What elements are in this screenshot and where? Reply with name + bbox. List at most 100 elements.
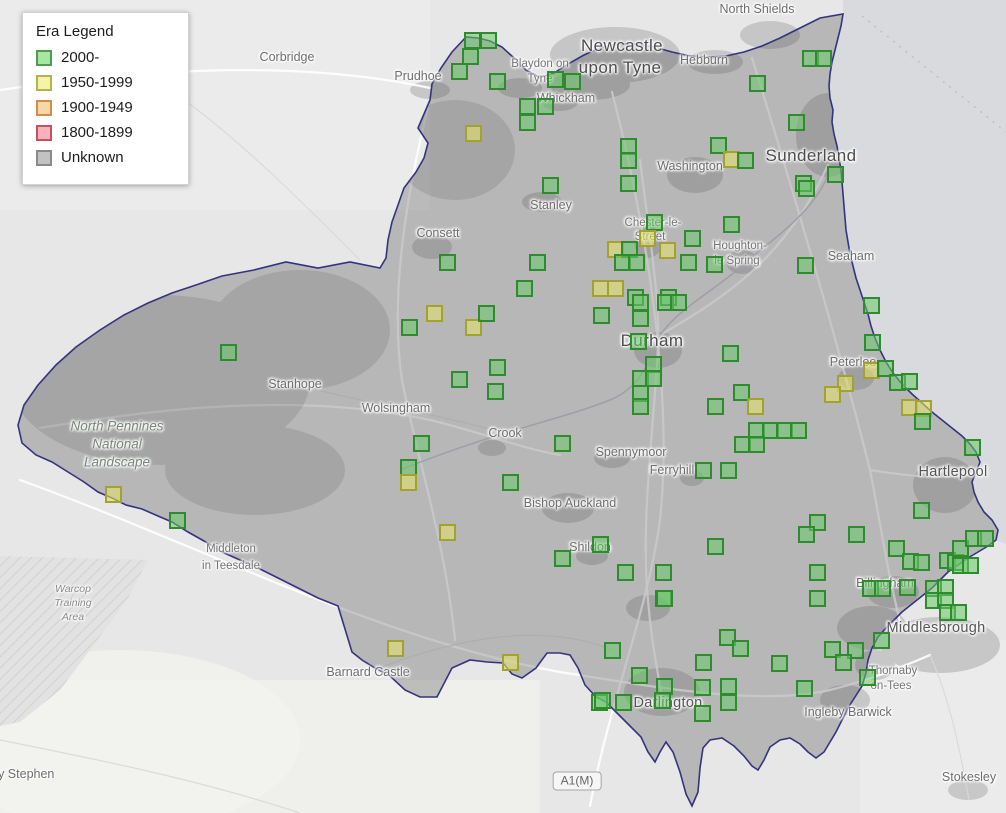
- building-marker[interactable]: [654, 563, 672, 581]
- building-marker[interactable]: [706, 397, 724, 415]
- building-marker[interactable]: [808, 589, 826, 607]
- building-marker[interactable]: [787, 113, 805, 131]
- building-marker[interactable]: [719, 693, 737, 711]
- building-marker[interactable]: [722, 215, 740, 233]
- building-marker[interactable]: [488, 358, 506, 376]
- map-canvas[interactable]: Newcastle upon Tyne Sunderland Durham Middle…: [0, 0, 1006, 813]
- building-marker[interactable]: [168, 511, 186, 529]
- building-marker[interactable]: [541, 176, 559, 194]
- building-marker[interactable]: [386, 639, 404, 657]
- building-marker[interactable]: [770, 654, 788, 672]
- building-marker[interactable]: [477, 304, 495, 322]
- building-marker[interactable]: [593, 691, 611, 709]
- building-marker[interactable]: [796, 256, 814, 274]
- building-marker[interactable]: [900, 372, 918, 390]
- building-marker[interactable]: [553, 434, 571, 452]
- building-marker[interactable]: [614, 693, 632, 711]
- building-marker[interactable]: [847, 525, 865, 543]
- building-marker[interactable]: [501, 653, 519, 671]
- building-marker[interactable]: [563, 72, 581, 90]
- building-marker[interactable]: [898, 578, 916, 596]
- building-marker[interactable]: [592, 306, 610, 324]
- building-marker[interactable]: [949, 603, 967, 621]
- building-marker[interactable]: [518, 113, 536, 131]
- building-marker[interactable]: [693, 704, 711, 722]
- building-marker[interactable]: [400, 318, 418, 336]
- building-marker[interactable]: [873, 579, 891, 597]
- building-marker[interactable]: [486, 382, 504, 400]
- building-marker[interactable]: [501, 473, 519, 491]
- building-marker[interactable]: [655, 589, 673, 607]
- building-marker[interactable]: [913, 412, 931, 430]
- building-marker[interactable]: [748, 74, 766, 92]
- building-marker[interactable]: [219, 343, 237, 361]
- building-marker[interactable]: [616, 563, 634, 581]
- building-marker[interactable]: [834, 653, 852, 671]
- building-marker[interactable]: [863, 333, 881, 351]
- building-marker[interactable]: [438, 253, 456, 271]
- building-marker[interactable]: [619, 174, 637, 192]
- building-marker[interactable]: [826, 165, 844, 183]
- building-marker[interactable]: [797, 179, 815, 197]
- building-marker[interactable]: [872, 631, 890, 649]
- building-marker[interactable]: [679, 253, 697, 271]
- building-marker[interactable]: [976, 529, 994, 547]
- building-marker[interactable]: [814, 49, 832, 67]
- building-marker[interactable]: [546, 70, 564, 88]
- building-marker[interactable]: [795, 679, 813, 697]
- building-marker[interactable]: [591, 535, 609, 553]
- building-marker[interactable]: [553, 549, 571, 567]
- building-marker[interactable]: [789, 421, 807, 439]
- building-marker[interactable]: [963, 438, 981, 456]
- building-marker[interactable]: [450, 62, 468, 80]
- building-marker[interactable]: [619, 151, 637, 169]
- building-marker[interactable]: [438, 523, 456, 541]
- building-marker[interactable]: [706, 537, 724, 555]
- building-marker[interactable]: [412, 434, 430, 452]
- building-marker[interactable]: [912, 553, 930, 571]
- building-marker[interactable]: [694, 461, 712, 479]
- building-marker[interactable]: [488, 72, 506, 90]
- building-marker[interactable]: [693, 678, 711, 696]
- building-marker[interactable]: [658, 241, 676, 259]
- building-marker[interactable]: [823, 385, 841, 403]
- building-marker[interactable]: [961, 556, 979, 574]
- building-marker[interactable]: [912, 501, 930, 519]
- building-marker[interactable]: [425, 304, 443, 322]
- building-marker[interactable]: [450, 370, 468, 388]
- building-marker[interactable]: [515, 279, 533, 297]
- building-marker[interactable]: [862, 296, 880, 314]
- building-marker[interactable]: [606, 279, 624, 297]
- building-marker[interactable]: [536, 97, 554, 115]
- building-marker[interactable]: [631, 397, 649, 415]
- building-marker[interactable]: [528, 253, 546, 271]
- building-marker[interactable]: [518, 97, 536, 115]
- building-marker[interactable]: [683, 229, 701, 247]
- building-marker[interactable]: [479, 31, 497, 49]
- building-marker[interactable]: [463, 31, 481, 49]
- building-marker[interactable]: [630, 666, 648, 684]
- building-marker[interactable]: [399, 473, 417, 491]
- building-marker[interactable]: [719, 677, 737, 695]
- building-marker[interactable]: [746, 397, 764, 415]
- building-marker[interactable]: [627, 253, 645, 271]
- building-marker[interactable]: [631, 293, 649, 311]
- building-marker[interactable]: [104, 485, 122, 503]
- building-marker[interactable]: [719, 461, 737, 479]
- building-marker[interactable]: [808, 563, 826, 581]
- building-marker[interactable]: [747, 435, 765, 453]
- building-marker[interactable]: [603, 641, 621, 659]
- building-marker[interactable]: [694, 653, 712, 671]
- building-marker[interactable]: [797, 525, 815, 543]
- building-marker[interactable]: [705, 255, 723, 273]
- building-marker[interactable]: [731, 639, 749, 657]
- building-marker[interactable]: [638, 229, 656, 247]
- building-marker[interactable]: [464, 124, 482, 142]
- building-marker[interactable]: [645, 213, 663, 231]
- building-marker[interactable]: [631, 309, 649, 327]
- building-marker[interactable]: [721, 344, 739, 362]
- building-marker[interactable]: [629, 332, 647, 350]
- building-marker[interactable]: [736, 151, 754, 169]
- building-marker[interactable]: [653, 691, 671, 709]
- building-marker[interactable]: [669, 293, 687, 311]
